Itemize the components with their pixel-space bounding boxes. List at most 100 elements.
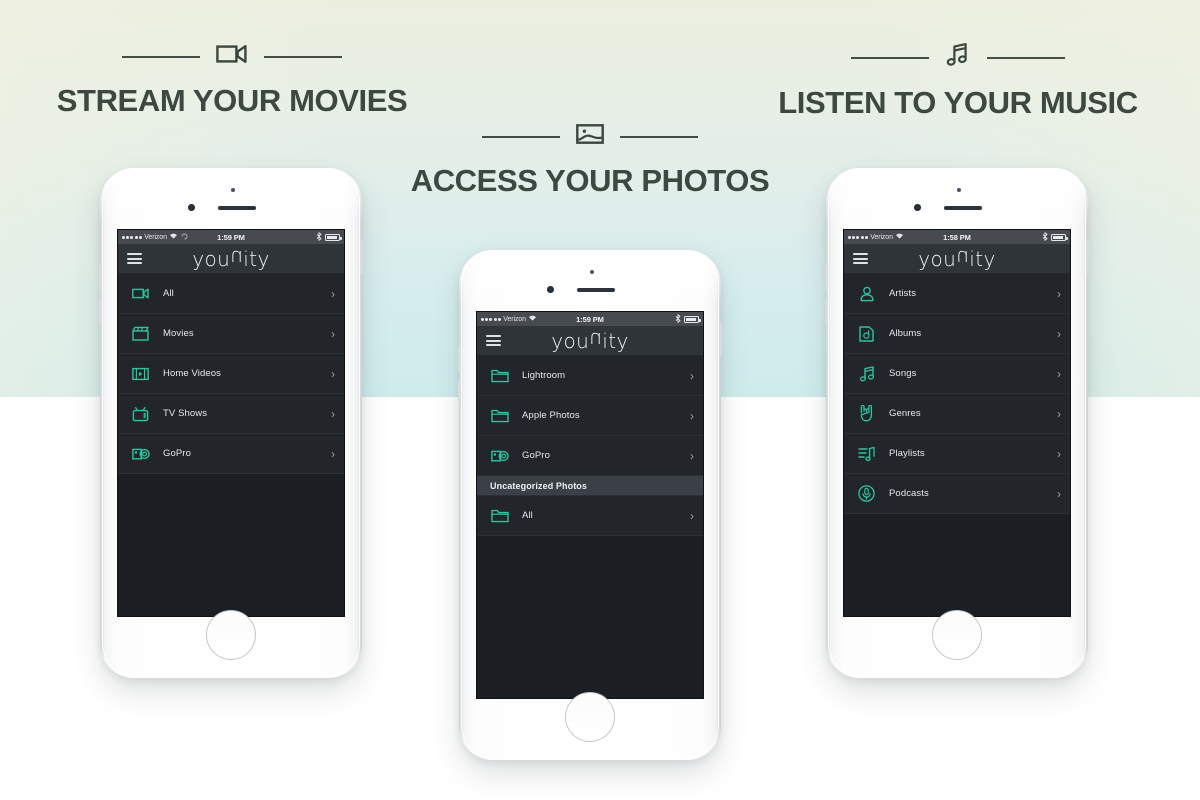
brand-flip: u — [589, 327, 603, 352]
section-header-uncategorized-photos: Uncategorized Photos — [477, 476, 703, 496]
brand-part1: you — [918, 246, 957, 271]
headline-rule-row — [390, 122, 790, 151]
home-button[interactable] — [565, 692, 615, 742]
battery-icon — [325, 233, 342, 241]
rule-left — [851, 56, 929, 59]
power-button[interactable] — [1086, 240, 1089, 274]
home-button[interactable] — [206, 610, 256, 660]
phone-mockup-movies: Verizon 1:59 PM you u ity All › Movies ›… — [99, 168, 363, 678]
status-bar: Verizon 1:58 PM — [844, 230, 1070, 244]
chevron-right-icon: › — [690, 368, 694, 383]
list-item-podcasts[interactable]: Podcasts › — [844, 474, 1070, 514]
video-camera-icon — [216, 42, 248, 71]
status-bar: Verizon 1:59 PM — [118, 230, 344, 244]
list-item-label: GoPro — [163, 448, 191, 459]
chevron-right-icon: › — [690, 448, 694, 463]
list-item-genres[interactable]: Genres › — [844, 394, 1070, 434]
volume-up-button[interactable] — [99, 264, 102, 290]
volume-down-button[interactable] — [825, 298, 828, 324]
film-strip-icon — [131, 364, 150, 383]
list-item-playlists[interactable]: Playlists › — [844, 434, 1070, 474]
list-item-label: Movies — [163, 328, 194, 339]
phone-screen-movies: Verizon 1:59 PM you u ity All › Movies ›… — [117, 229, 345, 617]
hamburger-menu-icon[interactable] — [486, 335, 501, 346]
list-item-lightroom[interactable]: Lightroom › — [477, 356, 703, 396]
photos-category-list: Lightroom › Apple Photos › GoPro › Uncat… — [477, 356, 703, 698]
app-navbar: you u ity — [477, 326, 703, 356]
home-button[interactable] — [932, 610, 982, 660]
empty-list-area — [477, 536, 703, 698]
list-item-label: Artists — [889, 288, 917, 299]
hamburger-menu-icon[interactable] — [853, 253, 868, 264]
list-item-songs[interactable]: Songs › — [844, 354, 1070, 394]
television-icon — [131, 404, 150, 423]
status-bar-time: 1:59 PM — [576, 314, 604, 324]
brand-part2: ity — [243, 246, 270, 271]
list-item-apple-photos[interactable]: Apple Photos › — [477, 396, 703, 436]
battery-icon — [684, 315, 701, 323]
list-item-gopro[interactable]: GoPro › — [477, 436, 703, 476]
empty-list-area — [844, 514, 1070, 616]
hamburger-menu-icon[interactable] — [127, 253, 142, 264]
list-item-label: TV Shows — [163, 408, 208, 419]
list-item-home-videos[interactable]: Home Videos › — [118, 354, 344, 394]
chevron-right-icon: › — [1057, 446, 1061, 461]
volume-up-button[interactable] — [458, 346, 461, 372]
status-bar: Verizon 1:59 PM — [477, 312, 703, 326]
list-item-gopro[interactable]: GoPro › — [118, 434, 344, 474]
status-bar-time: 1:59 PM — [217, 232, 245, 242]
list-item-label: Genres — [889, 408, 921, 419]
volume-down-button[interactable] — [458, 380, 461, 406]
rule-left — [122, 55, 200, 58]
photo-image-icon — [576, 122, 604, 151]
list-item-all[interactable]: All › — [477, 496, 703, 536]
list-item-artists[interactable]: Artists › — [844, 274, 1070, 314]
chevron-right-icon: › — [1057, 326, 1061, 341]
ambient-sensor-dot — [590, 270, 594, 274]
headline-listen-to-your-music: LISTEN TO YOUR MUSIC — [758, 42, 1158, 121]
phone-screen-photos: Verizon 1:59 PM you u ity Lightroom › Ap… — [476, 311, 704, 699]
chevron-right-icon: › — [1057, 366, 1061, 381]
power-button[interactable] — [719, 322, 722, 356]
status-bar-time: 1:58 PM — [943, 232, 971, 242]
bluetooth-icon — [675, 313, 681, 325]
chevron-right-icon: › — [1057, 286, 1061, 301]
volume-up-button[interactable] — [825, 264, 828, 290]
chevron-right-icon: › — [331, 286, 335, 301]
folder-icon — [490, 406, 509, 425]
power-button[interactable] — [360, 240, 363, 274]
status-bar-right — [675, 313, 701, 325]
folder-icon — [490, 506, 509, 525]
list-item-all[interactable]: All › — [118, 274, 344, 314]
volume-down-button[interactable] — [99, 298, 102, 324]
headline-access-your-photos: ACCESS YOUR PHOTOS — [390, 122, 790, 199]
ambient-sensor-dot — [231, 188, 235, 192]
playlist-icon — [857, 444, 876, 463]
headline-rule-row — [758, 42, 1158, 73]
headline-stream-your-movies: STREAM YOUR MOVIES — [32, 42, 432, 119]
brand-part2: ity — [969, 246, 996, 271]
list-item-movies[interactable]: Movies › — [118, 314, 344, 354]
album-icon — [857, 324, 876, 343]
younity-logo: you u ity — [118, 246, 344, 271]
clapperboard-icon — [131, 324, 150, 343]
earpiece-speaker — [218, 206, 256, 210]
movies-category-list: All › Movies › Home Videos › TV Shows › … — [118, 274, 344, 616]
list-item-label: GoPro — [522, 450, 550, 461]
list-item-label: All — [163, 288, 174, 299]
list-item-label: Apple Photos — [522, 410, 580, 421]
list-item-albums[interactable]: Albums › — [844, 314, 1070, 354]
list-item-label: Songs — [889, 368, 917, 379]
list-item-tv-shows[interactable]: TV Shows › — [118, 394, 344, 434]
rule-right — [620, 135, 698, 138]
earpiece-speaker — [944, 206, 982, 210]
chevron-right-icon: › — [331, 326, 335, 341]
rock-hand-icon — [857, 404, 876, 423]
ambient-sensor-dot — [957, 188, 961, 192]
list-item-label: Lightroom — [522, 370, 566, 381]
app-navbar: you u ity — [844, 244, 1070, 274]
brand-part1: you — [551, 328, 590, 353]
phone-screen-music: Verizon 1:58 PM you u ity Artists › Albu… — [843, 229, 1071, 617]
music-category-list: Artists › Albums › Songs › Genres › Play… — [844, 274, 1070, 616]
empty-list-area — [118, 474, 344, 616]
